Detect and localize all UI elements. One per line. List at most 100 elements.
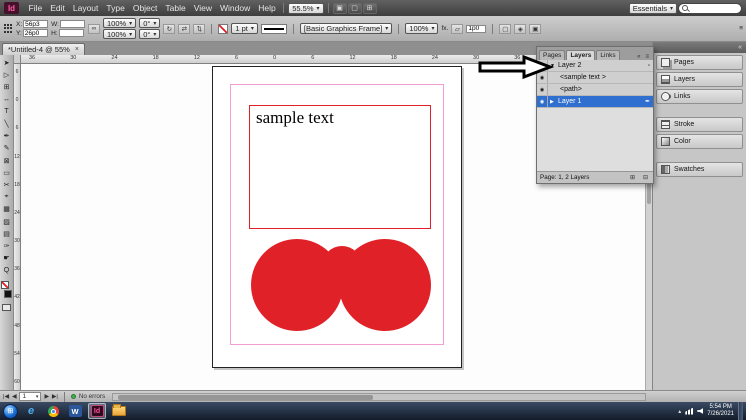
hand-tool[interactable]: ☛: [0, 252, 13, 264]
dock-swatches-button[interactable]: Swatches: [656, 162, 743, 177]
collapse-dock-icon[interactable]: «: [738, 44, 742, 51]
menu-layout[interactable]: Layout: [69, 3, 102, 13]
y-field[interactable]: [22, 29, 48, 37]
opacity-combo[interactable]: 100%: [405, 23, 439, 34]
text-frame[interactable]: sample text: [249, 105, 431, 229]
tab-links[interactable]: Links: [596, 50, 620, 60]
horizontal-scrollbar-thumb[interactable]: [118, 394, 374, 400]
horizontal-scrollbar[interactable]: [112, 392, 646, 401]
workspace-switcher[interactable]: Essentials: [628, 2, 677, 14]
layer-item-sample-text[interactable]: ◉ <sample text >: [537, 72, 653, 84]
layer-item-path[interactable]: ◉ <path>: [537, 84, 653, 96]
scissors-tool[interactable]: ✂: [0, 179, 13, 191]
internet-explorer-taskbar-icon[interactable]: e: [22, 403, 40, 419]
expand-triangle-icon[interactable]: ▶: [550, 99, 556, 105]
indesign-taskbar-icon[interactable]: Id: [88, 403, 106, 419]
free-transform-tool[interactable]: ⌖: [0, 191, 13, 203]
chrome-taskbar-icon[interactable]: [44, 403, 62, 419]
first-page-icon[interactable]: |◀: [3, 394, 9, 400]
x-field[interactable]: [23, 20, 49, 28]
rotation-angle-combo[interactable]: 0°: [139, 18, 161, 28]
next-page-icon[interactable]: ▶: [44, 394, 48, 400]
pencil-tool[interactable]: ✎: [0, 142, 13, 154]
stroke-type-combo[interactable]: [260, 23, 287, 34]
corner-radius-field[interactable]: [466, 24, 487, 33]
document-tab[interactable]: *Untitled-4 @ 55% ×: [2, 43, 85, 55]
selection-square-icon[interactable]: ▫: [648, 63, 650, 69]
arrange-documents-icon[interactable]: ⊞: [362, 2, 377, 14]
explorer-taskbar-icon[interactable]: [110, 403, 128, 419]
rotate-icon[interactable]: ↻: [163, 23, 176, 34]
visibility-eye-icon[interactable]: ◉: [537, 96, 548, 107]
note-tool[interactable]: ▤: [0, 228, 13, 240]
layer-row-layer-2[interactable]: ◉ ▼ Layer 2 ▫: [537, 60, 653, 72]
w-field[interactable]: [59, 20, 85, 28]
flip-vertical-icon[interactable]: ⇅: [193, 23, 206, 34]
search-box[interactable]: [678, 2, 742, 14]
control-panel-menu-icon[interactable]: ≡: [739, 25, 743, 32]
last-page-icon[interactable]: ▶|: [52, 394, 58, 400]
type-tool[interactable]: T: [0, 106, 13, 118]
search-input[interactable]: [690, 4, 738, 12]
screen-mode-icon[interactable]: ▢: [347, 2, 362, 14]
start-button[interactable]: ⊞: [3, 403, 18, 419]
scale-x-combo[interactable]: 100%: [102, 18, 137, 28]
zoom-level-combo[interactable]: 55.5%: [288, 2, 324, 14]
delete-layer-icon[interactable]: ⊟: [641, 174, 650, 181]
flip-horizontal-icon[interactable]: ⇄: [178, 23, 191, 34]
layer-row-layer-1[interactable]: ◉ ▶ Layer 1 ✒: [537, 96, 653, 108]
taskbar-clock[interactable]: 5:54 PM 7/26/2021: [707, 404, 734, 418]
menu-type[interactable]: Type: [103, 3, 128, 13]
gradient-feather-tool[interactable]: ▨: [0, 215, 13, 227]
h-field[interactable]: [58, 29, 84, 37]
previous-page-icon[interactable]: ◀: [12, 394, 16, 400]
stroke-color-none-swatch[interactable]: [218, 23, 229, 34]
menu-file[interactable]: File: [25, 3, 46, 13]
visibility-eye-icon[interactable]: ◉: [537, 84, 548, 95]
wrap-shape-icon[interactable]: ▣: [529, 23, 542, 34]
rectangle-tool[interactable]: ▭: [0, 167, 13, 179]
dock-layers-button[interactable]: Layers: [656, 72, 743, 87]
menu-table[interactable]: Table: [162, 3, 189, 13]
page-tool[interactable]: ⊞: [0, 81, 13, 93]
reference-point-locator[interactable]: [3, 24, 13, 34]
pen-tool[interactable]: ✒: [0, 130, 13, 142]
shear-angle-combo[interactable]: 0°: [139, 29, 161, 39]
volume-icon[interactable]: [697, 408, 704, 414]
close-tab-icon[interactable]: ×: [75, 46, 79, 53]
page-number-combo[interactable]: 1: [19, 392, 42, 401]
effects-fx-button[interactable]: fx.: [441, 25, 448, 32]
menu-object[interactable]: Object: [129, 3, 161, 13]
menu-window[interactable]: Window: [217, 3, 254, 13]
stroke-weight-combo[interactable]: 1 pt: [231, 23, 258, 34]
new-layer-icon[interactable]: ⊞: [628, 174, 637, 181]
menu-edit[interactable]: Edit: [47, 3, 69, 13]
zoom-tool[interactable]: Q: [0, 264, 13, 276]
document-page[interactable]: sample text: [212, 66, 462, 368]
wrap-none-icon[interactable]: ▢: [499, 23, 512, 34]
gap-tool[interactable]: ↔: [0, 94, 13, 106]
word-taskbar-icon[interactable]: W: [66, 403, 84, 419]
dock-links-button[interactable]: Links: [656, 89, 743, 104]
object-style-combo[interactable]: [Basic Graphics Frame]: [299, 23, 393, 34]
ruler-origin-box[interactable]: [14, 55, 21, 64]
red-circle-small[interactable]: [322, 246, 362, 286]
eyedropper-tool[interactable]: ✑: [0, 240, 13, 252]
line-tool[interactable]: ╲: [0, 118, 13, 130]
show-hidden-icons[interactable]: ▴: [678, 408, 681, 415]
network-icon[interactable]: [685, 407, 694, 415]
dock-pages-button[interactable]: Pages: [656, 55, 743, 70]
wrap-bounding-icon[interactable]: ◈: [514, 23, 527, 34]
drop-shadow-icon[interactable]: ▱: [451, 23, 464, 34]
stroke-swatch[interactable]: [4, 290, 12, 299]
selection-tool[interactable]: ➤: [0, 57, 13, 69]
view-options-icon[interactable]: ▣: [332, 2, 347, 14]
rectangle-frame-tool[interactable]: ⊠: [0, 155, 13, 167]
tab-layers[interactable]: Layers: [566, 50, 596, 60]
dock-stroke-button[interactable]: Stroke: [656, 117, 743, 132]
view-mode-button[interactable]: [2, 304, 11, 312]
constrain-proportions-icon[interactable]: ∞: [87, 23, 100, 34]
fill-swatch[interactable]: [1, 281, 9, 290]
menu-help[interactable]: Help: [255, 3, 279, 13]
vertical-ruler[interactable]: 6 0 6 12 18 24 30 36 42 48 54 60: [14, 64, 21, 390]
